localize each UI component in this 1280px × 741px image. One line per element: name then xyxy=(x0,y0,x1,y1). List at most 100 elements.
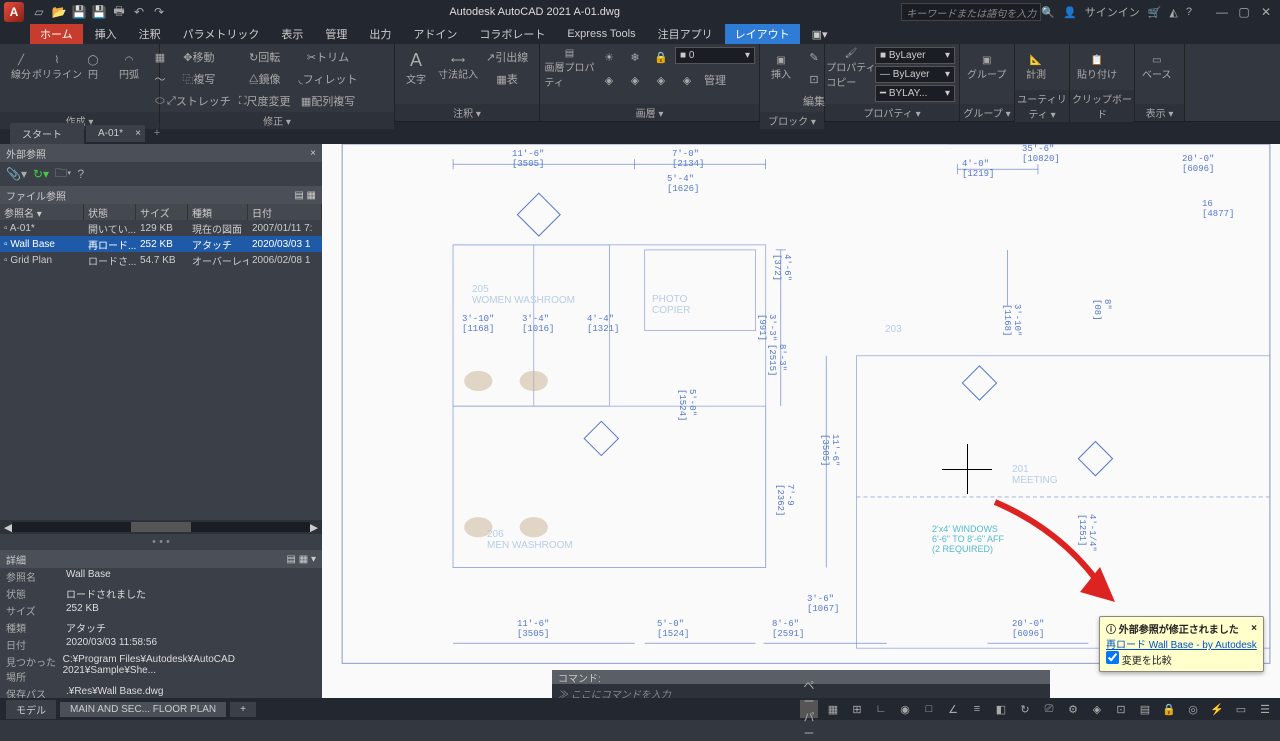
trim-button[interactable]: ✂ トリム xyxy=(296,46,361,68)
layer-icon-3[interactable]: ◈ xyxy=(649,69,673,91)
search-input[interactable]: キーワードまたは語句を入力 xyxy=(901,3,1041,21)
workspace-icon[interactable]: ⚙ xyxy=(1064,700,1082,718)
table-row[interactable]: ▫ Wall Base再ロード...252 KBアタッチ2020/03/03 1 xyxy=(0,236,322,252)
tab-insert[interactable]: 挿入 xyxy=(85,24,127,44)
copy-button[interactable]: ⿻ 複写 xyxy=(164,68,234,90)
notif-reload-link[interactable]: 再ロード Wall Base - by Autodesk xyxy=(1106,636,1257,651)
rotate-button[interactable]: ↻ 回転 xyxy=(236,46,294,68)
detail-view-icon[interactable]: ▤ ▦ ▾ xyxy=(287,554,316,565)
polar-icon[interactable]: ◉ xyxy=(896,700,914,718)
color-combo[interactable]: ■ ByLayer▾ xyxy=(875,47,955,64)
search-icon[interactable]: 🔍 xyxy=(1041,6,1055,19)
cleanscreen-icon[interactable]: ▭ xyxy=(1232,700,1250,718)
refresh-icon[interactable]: ↻▾ xyxy=(33,167,49,181)
base-button[interactable]: ▭ベース xyxy=(1139,46,1175,90)
a360-icon[interactable]: ◭ xyxy=(1169,6,1177,19)
tab-addins[interactable]: アドイン xyxy=(403,24,467,44)
tab-overflow[interactable]: ▣▾ xyxy=(802,26,838,43)
layer-sun-icon[interactable]: ☀ xyxy=(597,46,621,68)
fillet-button[interactable]: ◟ フィレット xyxy=(296,68,361,90)
tab-start[interactable]: スタート xyxy=(10,123,84,144)
isolate-icon[interactable]: ◎ xyxy=(1184,700,1202,718)
circle-button[interactable]: ◯円 xyxy=(76,46,110,90)
tree-icon[interactable]: 🗀▾ xyxy=(55,164,71,185)
undo-icon[interactable]: ↶ xyxy=(130,3,148,21)
save-icon[interactable]: 💾 xyxy=(70,3,88,21)
layer-icon-1[interactable]: ◈ xyxy=(597,69,621,91)
snap-icon[interactable]: ⊞ xyxy=(848,700,866,718)
plot-icon[interactable]: 🖶 xyxy=(110,3,128,21)
close-button[interactable]: ✕ xyxy=(1256,4,1276,20)
col-size[interactable]: サイズ xyxy=(136,204,188,220)
tab-featured[interactable]: 注目アプリ xyxy=(648,24,723,44)
matchprop-button[interactable]: 🖌プロパティ コピー xyxy=(829,46,873,90)
table-row[interactable]: ▫ A-01*開いてい...129 KB現在の図面2007/01/11 7: xyxy=(0,220,322,236)
saveas-icon[interactable]: 💾 xyxy=(90,3,108,21)
tab-express[interactable]: Express Tools xyxy=(557,26,645,42)
units-icon[interactable]: ⊡ xyxy=(1112,700,1130,718)
col-date[interactable]: 日付 xyxy=(248,204,322,220)
block-attr-icon[interactable]: ⊡ xyxy=(800,68,828,90)
table-row[interactable]: ▫ Grid Planロードさ...54.7 KBオーバーレイ2006/02/0… xyxy=(0,252,322,268)
osnap-icon[interactable]: □ xyxy=(920,700,938,718)
otrack-icon[interactable]: ∠ xyxy=(944,700,962,718)
group-button[interactable]: ▣グループ xyxy=(964,46,1009,90)
table-button[interactable]: ▦ 表 xyxy=(483,68,531,90)
notif-compare-checkbox[interactable] xyxy=(1106,651,1119,664)
move-button[interactable]: ✥ 移動 xyxy=(164,46,234,68)
user-icon[interactable]: 👤 xyxy=(1063,6,1077,19)
h-scrollbar[interactable]: ◀▶ xyxy=(0,520,322,534)
close-icon[interactable]: × xyxy=(135,128,141,139)
polyline-button[interactable]: ⌇ポリライン xyxy=(40,46,74,90)
layer-icon-2[interactable]: ◈ xyxy=(623,69,647,91)
tab-parametric[interactable]: パラメトリック xyxy=(173,24,270,44)
new-icon[interactable]: ▱ xyxy=(30,3,48,21)
tab-home[interactable]: ホーム xyxy=(30,24,83,44)
lockui-icon[interactable]: 🔒 xyxy=(1160,700,1178,718)
block-edit-button[interactable]: 編集 xyxy=(800,90,828,112)
mirror-button[interactable]: ⧋ 鏡像 xyxy=(236,68,294,90)
array-button[interactable]: ▦ 配列複写 xyxy=(296,90,361,112)
tab-view[interactable]: 表示 xyxy=(271,24,313,44)
tab-layout[interactable]: レイアウト xyxy=(725,24,800,44)
dimension-button[interactable]: ⟷寸法記入 xyxy=(435,46,481,90)
tab-a01[interactable]: A-01*× xyxy=(86,125,145,142)
arc-button[interactable]: ◠円弧 xyxy=(112,46,146,90)
hwacc-icon[interactable]: ⚡ xyxy=(1208,700,1226,718)
measure-button[interactable]: 📐計測 xyxy=(1019,46,1053,90)
text-button[interactable]: A文字 xyxy=(399,46,433,90)
panel-close-icon[interactable]: × xyxy=(310,148,316,159)
layer-freeze-icon[interactable]: ❄ xyxy=(623,46,647,68)
stretch-button[interactable]: ⤢ ストレッチ xyxy=(164,90,234,112)
app-store-icon[interactable]: 🛒 xyxy=(1148,6,1162,19)
open-icon[interactable]: 📂 xyxy=(50,3,68,21)
scale-button[interactable]: ⛶ 尺度変更 xyxy=(236,90,294,112)
annomon-icon[interactable]: ◈ xyxy=(1088,700,1106,718)
add-layout-button[interactable]: + xyxy=(230,702,256,717)
layer-lock-icon[interactable]: 🔒 xyxy=(649,46,673,68)
help-icon[interactable]: ? xyxy=(78,167,85,181)
insert-button[interactable]: ▣挿入 xyxy=(764,46,798,90)
custom-icon[interactable]: ☰ xyxy=(1256,700,1274,718)
layerprop-button[interactable]: ▤画層プロパ ティ xyxy=(544,46,595,90)
col-type[interactable]: 種類 xyxy=(188,204,248,220)
help-icon[interactable]: ? xyxy=(1186,6,1192,18)
lineweight-icon[interactable]: ≡ xyxy=(968,700,986,718)
cycling-icon[interactable]: ↻ xyxy=(1016,700,1034,718)
drawing-canvas[interactable]: 11'-6" [3505] 7'-0" [2134] 5'-4" [1626] … xyxy=(322,144,1280,702)
tab-annotate[interactable]: 注釈 xyxy=(129,24,171,44)
layout-tab[interactable]: MAIN AND SEC... FLOOR PLAN xyxy=(60,702,226,717)
list-view-icon[interactable]: ▤ ▦ xyxy=(294,190,316,201)
minimize-button[interactable]: — xyxy=(1212,4,1232,20)
maximize-button[interactable]: ▢ xyxy=(1234,4,1254,20)
paste-button[interactable]: 📋貼り付け xyxy=(1074,46,1120,90)
transparency-icon[interactable]: ◧ xyxy=(992,700,1010,718)
paper-button[interactable]: ペーパー xyxy=(800,700,818,718)
annoscale-icon[interactable]: ⎚ xyxy=(1040,700,1058,718)
attach-icon[interactable]: 📎▾ xyxy=(6,167,27,181)
layermgr-button[interactable]: 管理 xyxy=(701,69,729,91)
col-name[interactable]: 参照名 ▾ xyxy=(0,204,84,220)
ortho-icon[interactable]: ∟ xyxy=(872,700,890,718)
leader-button[interactable]: ↗ 引出線 xyxy=(483,46,531,68)
redo-icon[interactable]: ↷ xyxy=(150,3,168,21)
